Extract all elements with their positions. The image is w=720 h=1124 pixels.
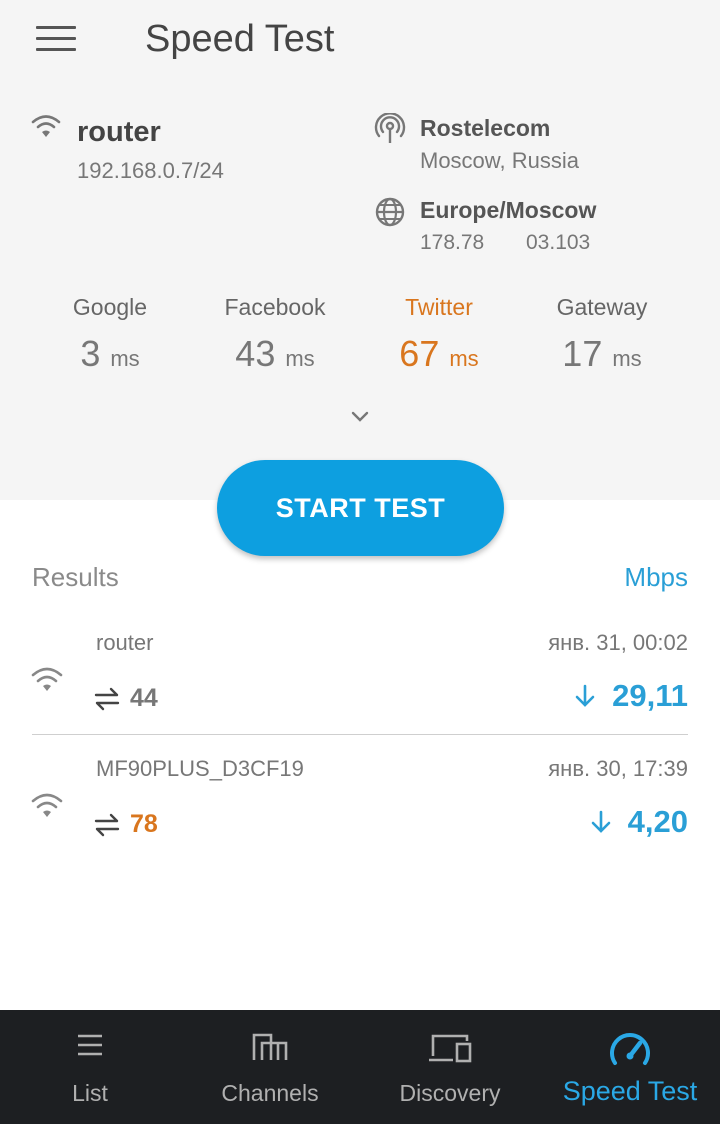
arrow-down-icon bbox=[575, 684, 595, 707]
network-ip: 192.168.0.7/24 bbox=[77, 158, 224, 183]
wifi-icon bbox=[31, 115, 61, 137]
channels-icon bbox=[252, 1033, 288, 1060]
ping-value: 3 bbox=[80, 333, 101, 374]
ping-label: Twitter bbox=[405, 294, 473, 320]
result-ping: 44 bbox=[130, 684, 158, 712]
result-speed: 4,20 bbox=[627, 804, 688, 839]
start-test-button[interactable]: START TEST bbox=[217, 460, 504, 556]
ping-value-line: 67 ms bbox=[354, 333, 524, 375]
units-toggle[interactable]: Mbps bbox=[624, 562, 688, 593]
isp-name: Rostelecom bbox=[420, 115, 551, 141]
network-info-panel: Speed Test router 192.168.0.7/24 Rostele… bbox=[0, 0, 720, 500]
globe-icon bbox=[375, 197, 405, 227]
bottom-navigation: List Channels Discovery Speed Test bbox=[0, 1010, 720, 1124]
ping-facebook: Facebook 43 ms bbox=[190, 294, 360, 375]
ping-unit: ms bbox=[285, 346, 315, 371]
speedometer-icon bbox=[610, 1033, 650, 1065]
ping-twitter: Twitter 67 ms bbox=[354, 294, 524, 375]
swap-arrows-icon bbox=[94, 813, 120, 837]
nav-speed-test[interactable]: Speed Test bbox=[540, 1010, 720, 1124]
ping-value-line: 3 ms bbox=[25, 333, 195, 375]
timezone-name: Europe/Moscow bbox=[420, 197, 597, 223]
arrow-down-icon bbox=[591, 810, 610, 833]
result-download: 4,20 bbox=[590, 804, 688, 840]
ping-label: Gateway bbox=[556, 294, 648, 320]
ping-value-line: 17 ms bbox=[517, 333, 687, 375]
nav-label: Channels bbox=[221, 1080, 319, 1106]
result-speed: 29,11 bbox=[612, 678, 688, 713]
list-icon bbox=[78, 1034, 102, 1056]
nav-discovery[interactable]: Discovery bbox=[360, 1010, 540, 1124]
results-heading: Results bbox=[32, 562, 119, 592]
ping-gateway: Gateway 17 ms bbox=[517, 294, 687, 375]
wifi-icon bbox=[31, 793, 63, 817]
nav-list[interactable]: List bbox=[0, 1010, 180, 1124]
result-ping: 78 bbox=[130, 810, 158, 838]
nav-channels[interactable]: Channels bbox=[180, 1010, 360, 1124]
chevron-down-icon[interactable] bbox=[350, 410, 370, 424]
coordinate-lat: 178.78 bbox=[420, 231, 485, 254]
result-network-name: MF90PLUS_D3CF19 bbox=[96, 756, 304, 781]
antenna-icon bbox=[374, 113, 406, 143]
ping-label: Google bbox=[72, 294, 148, 320]
isp-location: Moscow, Russia bbox=[420, 148, 579, 173]
result-download: 29,11 bbox=[574, 678, 688, 714]
result-timestamp: янв. 31, 00:02 bbox=[548, 630, 688, 655]
page-title: Speed Test bbox=[145, 18, 335, 60]
coordinate-lon: 03.103 bbox=[526, 231, 591, 254]
nav-label: List bbox=[72, 1080, 108, 1106]
discovery-icon bbox=[429, 1034, 472, 1063]
ping-value: 43 bbox=[235, 333, 276, 374]
result-network-name: router bbox=[96, 630, 154, 655]
divider bbox=[32, 734, 688, 735]
ping-google: Google 3 ms bbox=[25, 294, 195, 375]
ping-unit: ms bbox=[449, 346, 479, 371]
wifi-icon bbox=[31, 667, 63, 691]
ping-value: 67 bbox=[399, 333, 440, 374]
result-row[interactable]: MF90PLUS_D3CF19 янв. 30, 17:39 78 4,20 bbox=[0, 756, 720, 882]
nav-label: Speed Test bbox=[562, 1076, 698, 1106]
menu-icon[interactable] bbox=[36, 26, 76, 54]
ping-unit: ms bbox=[110, 346, 140, 371]
nav-label: Discovery bbox=[399, 1080, 501, 1106]
result-timestamp: янв. 30, 17:39 bbox=[548, 756, 688, 781]
result-row[interactable]: router янв. 31, 00:02 44 29,11 bbox=[0, 630, 720, 756]
ping-value: 17 bbox=[562, 333, 603, 374]
ping-label: Facebook bbox=[224, 294, 326, 320]
ping-unit: ms bbox=[612, 346, 642, 371]
swap-arrows-icon bbox=[94, 687, 120, 711]
network-name: router bbox=[77, 116, 161, 148]
ping-value-line: 43 ms bbox=[190, 333, 360, 375]
